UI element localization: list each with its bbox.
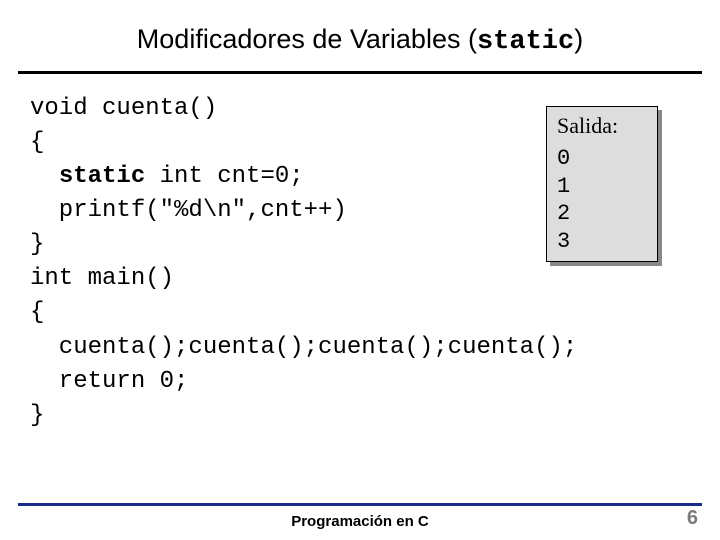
code-line: void cuenta()	[30, 95, 217, 122]
title-prefix: Modificadores de Variables (	[137, 24, 477, 54]
code-line: {	[30, 129, 44, 156]
slide-title: Modificadores de Variables (static)	[0, 0, 720, 71]
output-lines: 0 1 2 3	[557, 145, 647, 255]
code-line: }	[30, 231, 44, 258]
code-keyword-static: static	[59, 163, 145, 190]
title-keyword: static	[477, 27, 574, 57]
code-line: int main()	[30, 265, 174, 292]
footer-divider	[18, 503, 702, 506]
code-line: }	[30, 402, 44, 429]
code-line	[30, 163, 59, 190]
footer-text: Programación en C	[0, 513, 720, 530]
output-box: Salida: 0 1 2 3	[546, 106, 658, 262]
code-line: {	[30, 299, 44, 326]
code-line: return 0;	[30, 368, 188, 395]
output-label: Salida:	[557, 113, 647, 139]
page-number: 6	[687, 507, 698, 530]
code-line: cuenta();cuenta();cuenta();cuenta();	[30, 334, 577, 361]
code-line: int cnt=0;	[145, 163, 303, 190]
title-suffix: )	[574, 24, 583, 54]
code-line: printf("%d\n",cnt++)	[30, 197, 347, 224]
